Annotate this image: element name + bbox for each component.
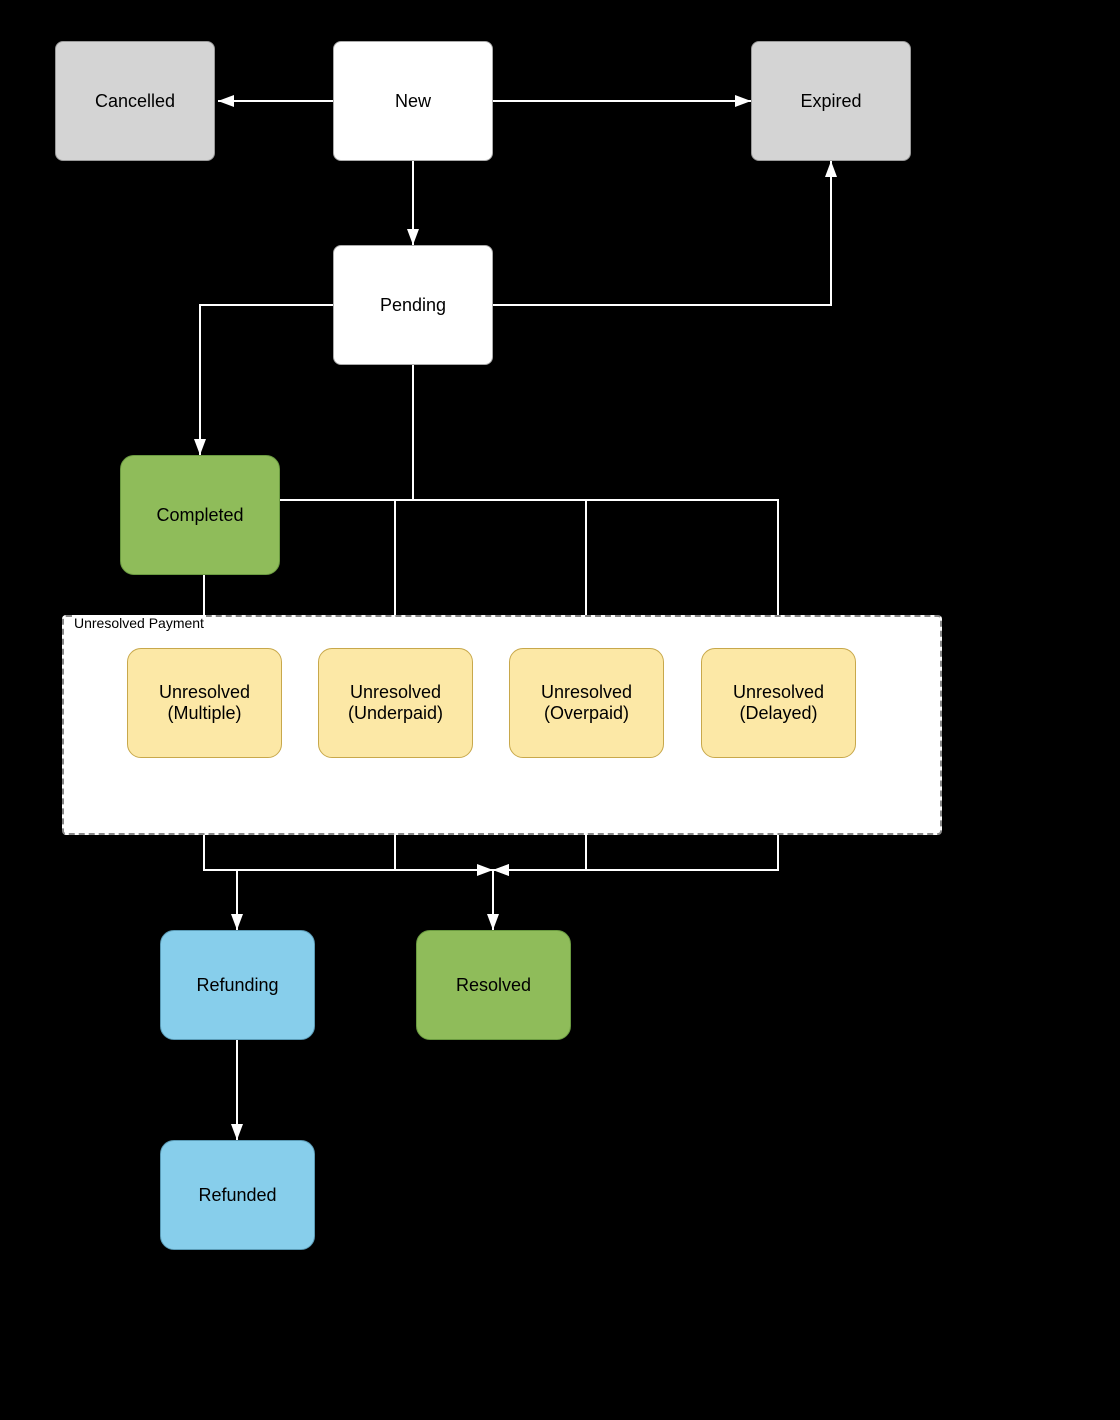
refunded-node[interactable]: Refunded	[160, 1140, 315, 1250]
group-label: Unresolved Payment	[72, 615, 206, 631]
unresolved-underpaid-node[interactable]: Unresolved (Underpaid)	[318, 648, 473, 758]
cancelled-node[interactable]: Cancelled	[55, 41, 215, 161]
unresolved-delayed-label: Unresolved (Delayed)	[733, 682, 824, 724]
resolved-node[interactable]: Resolved	[416, 930, 571, 1040]
unresolved-delayed-node[interactable]: Unresolved (Delayed)	[701, 648, 856, 758]
unresolved-multiple-node[interactable]: Unresolved (Multiple)	[127, 648, 282, 758]
unresolved-multiple-label: Unresolved (Multiple)	[159, 682, 250, 724]
completed-node[interactable]: Completed	[120, 455, 280, 575]
unresolved-overpaid-label: Unresolved (Overpaid)	[541, 682, 632, 724]
expired-label: Expired	[800, 91, 861, 112]
refunding-node[interactable]: Refunding	[160, 930, 315, 1040]
unresolved-overpaid-node[interactable]: Unresolved (Overpaid)	[509, 648, 664, 758]
pending-label: Pending	[380, 295, 446, 316]
resolved-label: Resolved	[456, 975, 531, 996]
refunding-label: Refunding	[196, 975, 278, 996]
unresolved-underpaid-label: Unresolved (Underpaid)	[348, 682, 443, 724]
diagram-canvas: Unresolved Payment Cancelled New Expired…	[0, 0, 1120, 1420]
refunded-label: Refunded	[198, 1185, 276, 1206]
new-label: New	[395, 91, 431, 112]
new-node[interactable]: New	[333, 41, 493, 161]
cancelled-label: Cancelled	[95, 91, 175, 112]
pending-node[interactable]: Pending	[333, 245, 493, 365]
expired-node[interactable]: Expired	[751, 41, 911, 161]
completed-label: Completed	[156, 505, 243, 526]
